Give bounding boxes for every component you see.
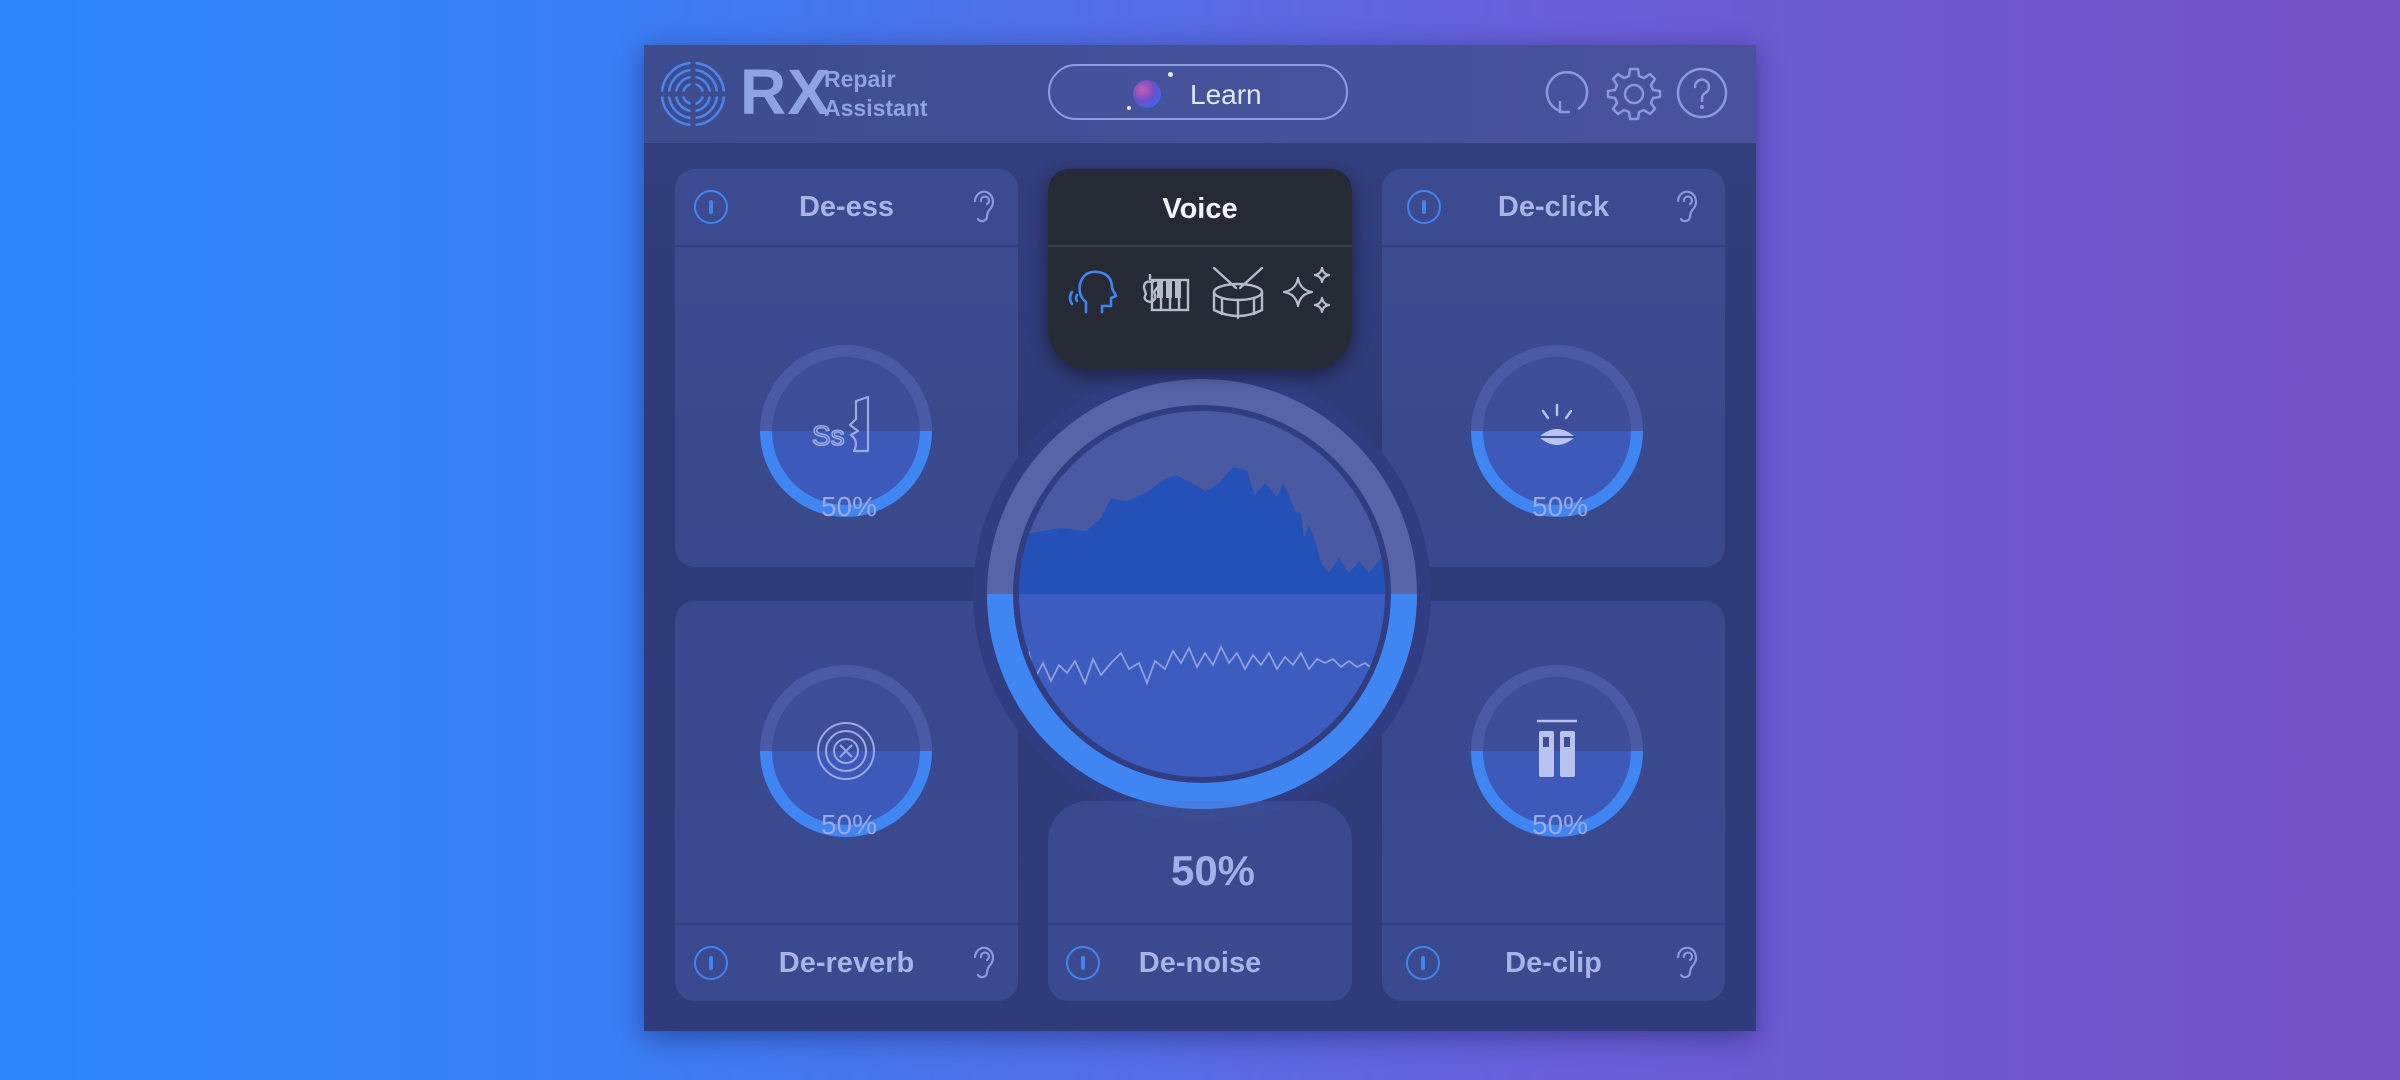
de-reverb-module: 50% De-reverb (675, 601, 1018, 1001)
learn-sparkle-dot (1127, 106, 1131, 110)
repair-assistant-window: RX Repair Assistant Learn De-ess Ss 50% … (644, 45, 1756, 1031)
voice-panel-divider (1048, 245, 1352, 247)
de-ess-module: De-ess Ss 50% (675, 169, 1018, 567)
de-ess-title: De-ess (798, 191, 895, 223)
learn-label: Learn (1190, 79, 1262, 110)
de-click-module: De-click 50% (1382, 169, 1725, 567)
instrument-mode-icon[interactable] (1136, 262, 1196, 322)
de-reverb-title: De-reverb (778, 947, 915, 979)
de-clip-module: 50% De-clip (1382, 601, 1725, 1001)
de-noise-title: De-noise (1138, 947, 1262, 979)
de-noise-footer: De-noise (1048, 923, 1352, 1001)
de-clip-listen-ear-icon[interactable] (1672, 944, 1702, 982)
de-noise-amount-value: 50% (1170, 847, 1256, 894)
de-noise-amount-knob[interactable] (971, 363, 1433, 825)
de-click-header: De-click (1382, 169, 1725, 247)
de-clip-footer: De-clip (1382, 923, 1725, 1001)
voice-mode-icon[interactable] (1064, 262, 1124, 322)
header-bar: RX Repair Assistant Learn (644, 45, 1756, 144)
de-click-amount-value: 50% (1531, 491, 1589, 522)
learn-orb-icon (1133, 80, 1161, 108)
magic-mode-icon[interactable] (1278, 262, 1338, 322)
rx-logo-icon (659, 60, 727, 128)
de-ess-amount-value: 50% (820, 491, 878, 522)
de-clip-amount-value: 50% (1531, 809, 1589, 840)
learn-button[interactable]: Learn (1048, 64, 1348, 120)
de-click-listen-ear-icon[interactable] (1672, 188, 1702, 226)
drum-mode-icon[interactable] (1208, 262, 1268, 322)
de-reverb-amount-value: 50% (820, 809, 878, 840)
de-ess-listen-ear-icon[interactable] (969, 188, 999, 226)
help-icon[interactable] (1674, 65, 1730, 121)
logo-sub-line1: Repair (824, 66, 896, 92)
logo-sub-line2: Assistant (824, 95, 928, 121)
gear-icon[interactable] (1606, 65, 1662, 121)
de-reverb-footer: De-reverb (675, 923, 1018, 1001)
de-reverb-listen-ear-icon[interactable] (969, 944, 999, 982)
de-noise-module: 50% De-noise (1048, 801, 1352, 1001)
voice-mode-panel: Voice (1048, 169, 1352, 369)
undo-icon[interactable] (1538, 65, 1594, 121)
de-ess-header: De-ess (675, 169, 1018, 247)
voice-panel-title: Voice (1162, 193, 1238, 225)
svg-text:Ss: Ss (812, 420, 845, 451)
learn-sparkle-dot (1168, 72, 1173, 77)
rx-logo-text: RX (740, 56, 831, 128)
repair-assistant-label: Repair Assistant (824, 65, 928, 123)
